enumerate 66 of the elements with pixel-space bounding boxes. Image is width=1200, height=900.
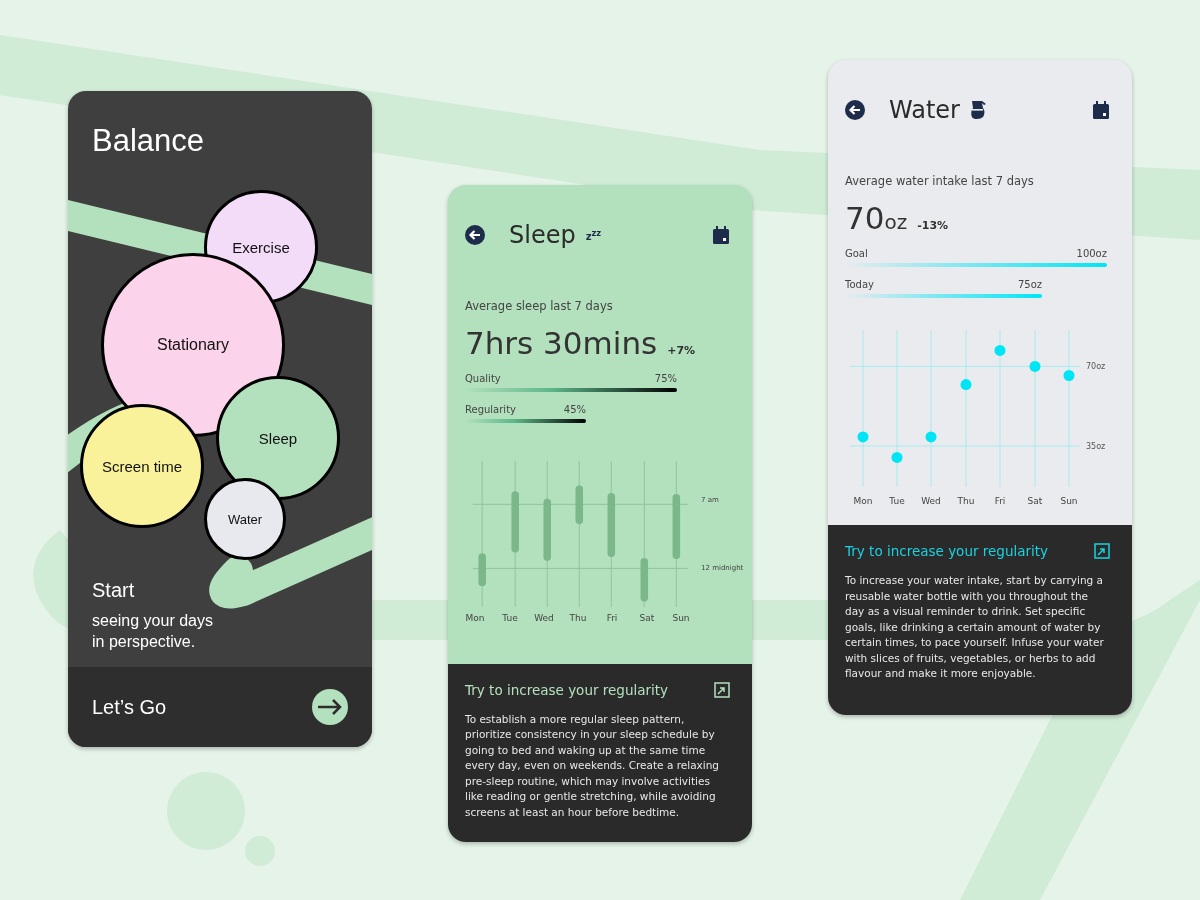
summary-label: Average sleep last 7 days [465, 299, 614, 313]
data-point [891, 451, 903, 463]
sleep-bar [672, 494, 681, 559]
expand-icon[interactable] [714, 681, 730, 698]
sleep-bar [575, 485, 584, 525]
data-point [994, 345, 1006, 356]
jug-icon [969, 100, 988, 120]
expand-icon[interactable] [1094, 543, 1110, 559]
day-label: Wed [534, 613, 554, 624]
back-icon[interactable] [465, 225, 485, 245]
data-point [1063, 370, 1075, 381]
data-point [857, 431, 869, 443]
calendar-icon[interactable] [1092, 101, 1110, 119]
day-label: Mon [465, 613, 485, 624]
sleep-bar [543, 498, 551, 561]
day-label: Thu [569, 613, 587, 624]
intro-text: seeing your days in perspective. [92, 611, 213, 652]
tip-text: To increase your water intake, start by carrying a reusable water bottle with you throughout the day as a visual reminder to drink. Set specific goals, like drinking a certain amount of water by certain times, to pace yourself. Infuse your water with slices of fruits, vegetables, or herbs to add flavour and make it more enjoyable. [845, 573, 1105, 681]
day-label: Wed [921, 496, 941, 506]
screen-title: Water [889, 96, 960, 124]
average-value: 7hrs 30mins [465, 325, 658, 361]
tip-text: To establish a more regular sleep pattern, prioritize consistency in your sleep schedule by going to bed and waking up at the same time every day, even on weekends. Create a relaxing pre-sleep routine, which may involve activities like reading or gentle stretching, while avoiding screens at least an hour before bedtime. [465, 711, 721, 820]
metric-reading: 75% [654, 373, 677, 384]
tick-label: 70oz [1086, 362, 1106, 372]
tick-label: 35oz [1086, 442, 1106, 452]
change-value: -13% [917, 219, 949, 232]
day-label: Sun [1060, 496, 1078, 506]
day-label: Tue [889, 496, 905, 506]
tip-title: Try to increase your regularity [845, 543, 1049, 559]
metric-label: Goal [845, 248, 868, 259]
unit-label: oz [884, 210, 908, 234]
day-label: Tue [502, 613, 518, 624]
arrow-icon [317, 699, 343, 715]
day-label: Fri [994, 496, 1006, 506]
calendar-icon[interactable] [712, 226, 730, 244]
tip-title: Try to increase your regularity [465, 681, 669, 698]
sleep-bar [640, 558, 649, 602]
day-label: Thu [957, 496, 975, 506]
intro-heading: Start [92, 579, 136, 602]
day-label: Sat [639, 613, 655, 624]
day-label: Mon [853, 496, 873, 506]
data-point [1029, 360, 1041, 372]
day-label: Fri [606, 613, 618, 624]
metric-label: Regularity [465, 404, 516, 415]
back-icon[interactable] [845, 100, 865, 120]
day-label: Sat [1027, 496, 1043, 506]
screen-title: Balance [92, 123, 206, 159]
data-point [925, 431, 937, 443]
next-arrow-button[interactable] [312, 689, 348, 725]
sleep-bar [607, 493, 616, 558]
data-point [960, 379, 972, 391]
day-label: Sun [672, 613, 690, 624]
screen-title: Sleep [509, 221, 576, 249]
sleep-bar [478, 553, 486, 587]
category-bubble[interactable]: Water [204, 478, 286, 560]
cta-label: Let’s Go [92, 695, 167, 719]
sleep-bar [511, 491, 519, 553]
metric-label: Quality [465, 373, 501, 384]
metric-reading: 100oz [1076, 248, 1107, 259]
metric-label: Today [845, 279, 874, 290]
category-bubble[interactable]: Screen time [80, 404, 204, 528]
change-value: +7% [667, 344, 696, 357]
average-value: 70 [845, 200, 885, 236]
metric-reading: 75oz [1017, 279, 1042, 290]
metric-reading: 45% [563, 404, 586, 415]
summary-label: Average water intake last 7 days [845, 174, 1035, 188]
